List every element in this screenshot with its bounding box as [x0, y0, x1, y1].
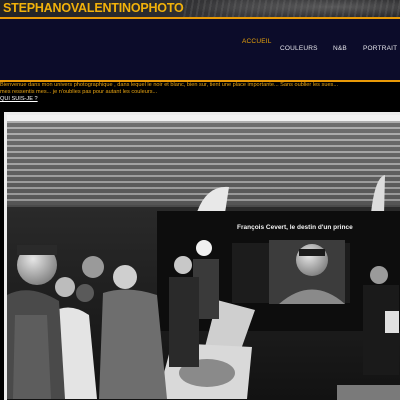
about-link[interactable]: QUI SUIS-JE ?: [0, 96, 38, 103]
intro-section: Bienvenue dans mon univers photographiqu…: [0, 82, 400, 112]
nav-item-nb[interactable]: N&B: [333, 45, 347, 53]
photo-illustration: François Cevert, le destin d'un prince: [7, 115, 400, 400]
site-title[interactable]: STEPHANOVALENTINOPHOTO: [3, 1, 184, 16]
site-banner: STEPHANOVALENTINOPHOTO: [0, 0, 400, 17]
featured-photo[interactable]: François Cevert, le destin d'un prince: [7, 115, 400, 400]
intro-text-line: mes ressentis mes... je n'oublies pas po…: [0, 89, 158, 95]
intro-text-line: Bienvenue dans mon univers photographiqu…: [0, 82, 339, 88]
photo-frame: François Cevert, le destin d'un prince: [4, 112, 400, 400]
nav-item-portrait[interactable]: PORTRAIT: [363, 45, 397, 53]
page: STEPHANOVALENTINOPHOTO ACCUEIL COULEURS …: [0, 0, 400, 400]
nav-item-couleurs[interactable]: COULEURS: [280, 45, 318, 53]
poster-caption: François Cevert, le destin d'un prince: [237, 224, 353, 231]
nav-item-accueil[interactable]: ACCUEIL: [242, 38, 272, 46]
banner-texture: [180, 0, 400, 17]
